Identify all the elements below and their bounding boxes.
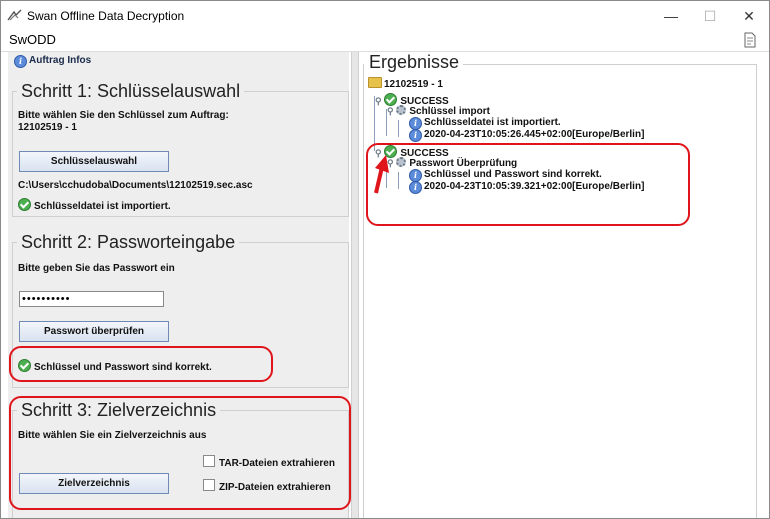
select-key-button[interactable]: Schlüsselauswahl: [19, 151, 169, 172]
window-title: Swan Offline Data Decryption: [27, 9, 185, 23]
results-border-top: [462, 64, 756, 65]
results-title: Ergebnisse: [369, 52, 464, 73]
annotation-highlight-step3: [9, 396, 351, 510]
step1-title: Schritt 1: Schlüsselauswahl: [21, 81, 241, 101]
steps-panel: i Auftrag Infos Schritt 1: Schlüsselauswa…: [8, 52, 351, 518]
key-import-status-text: Schlüsseldatei ist importiert.: [34, 201, 171, 212]
tree-connector: [398, 120, 399, 137]
app-window: Swan Offline Data Decryption — ☐ ✕ SwODD…: [0, 0, 770, 519]
step1-instruction: Bitte wählen Sie den Schlüssel zum Auftr…: [18, 110, 229, 121]
step1-panel: Schritt 1: Schlüsselauswahl: [12, 81, 349, 217]
password-field[interactable]: ••••••••••: [19, 291, 164, 307]
tree-task-label: Schlüssel import: [409, 106, 490, 117]
folder-icon: [368, 77, 382, 88]
gear-icon: [396, 105, 407, 115]
tree-root-label: 12102519 - 1: [384, 79, 443, 90]
title-bar: Swan Offline Data Decryption — ☐ ✕: [1, 1, 769, 29]
annotation-highlight-password-status: [9, 346, 273, 382]
document-icon[interactable]: [743, 32, 757, 48]
tree-detail-label: 2020-04-23T10:05:26.445+02:00[Europe/Ber…: [424, 129, 645, 140]
app-icon: [7, 9, 22, 21]
key-file-path: C:\Users\cchudoba\Documents\12102519.sec…: [18, 180, 253, 191]
check-password-button[interactable]: Passwort überprüfen: [19, 321, 169, 342]
step1-order-id: 12102519 - 1: [18, 122, 77, 133]
results-panel: Ergebnisse 12102519 - 1 ⚲ SUCCESS ⚲ Schl…: [359, 52, 761, 518]
app-name: SwODD: [9, 32, 56, 47]
maximize-button[interactable]: ☐: [695, 5, 725, 27]
results-border-left: [363, 64, 364, 518]
step2-title: Schritt 2: Passworteingabe: [21, 232, 236, 252]
app-header: SwODD: [1, 29, 769, 52]
check-icon: [18, 198, 31, 211]
order-info-link[interactable]: i Auftrag Infos: [14, 55, 91, 68]
info-icon: i: [409, 129, 422, 142]
step2-instruction: Bitte geben Sie das Passwort ein: [18, 263, 175, 274]
tree-detail-label: Schlüsseldatei ist importiert.: [424, 117, 561, 128]
tree-root-node[interactable]: 12102519 - 1: [368, 77, 443, 91]
minimize-button[interactable]: —: [656, 5, 686, 27]
key-import-status: Schlüsseldatei ist importiert.: [18, 198, 171, 213]
results-border-right: [756, 64, 757, 518]
close-button[interactable]: ✕: [734, 5, 764, 27]
split-pane-divider[interactable]: [351, 52, 359, 518]
order-info-label: Auftrag Infos: [29, 55, 92, 66]
info-icon: i: [14, 55, 27, 68]
tree-detail-node: i 2020-04-23T10:05:26.445+02:00[Europe/Be…: [409, 129, 644, 142]
red-arrow: [374, 155, 389, 194]
annotation-highlight-results: [366, 143, 690, 226]
